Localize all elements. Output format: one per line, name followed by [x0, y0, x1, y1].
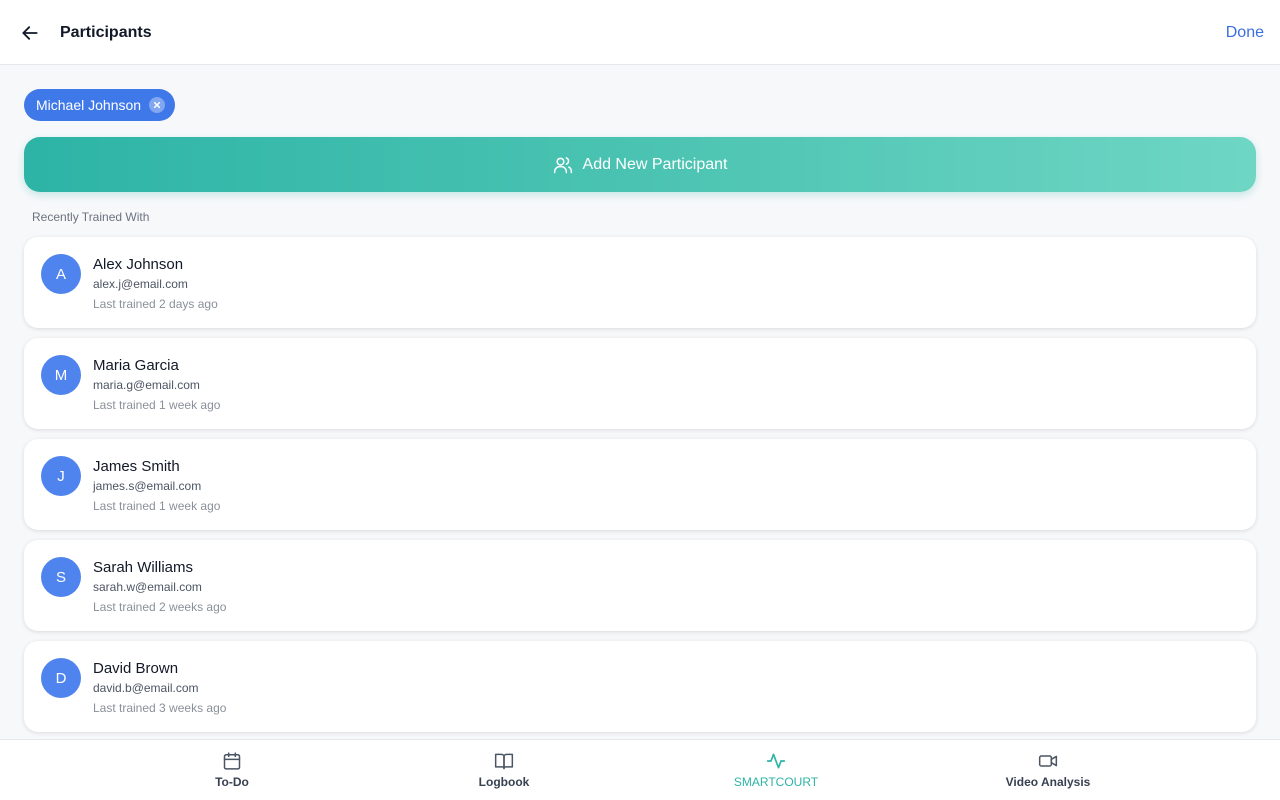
avatar: J [41, 456, 81, 496]
participant-list: A Alex Johnson alex.j@email.com Last tra… [24, 237, 1256, 742]
participant-name: David Brown [93, 660, 179, 677]
participant-email: sarah.w@email.com [93, 580, 202, 594]
nav-label: SMARTCOURT [733, 775, 819, 789]
participant-email: alex.j@email.com [93, 277, 188, 291]
participant-name: James Smith [93, 458, 180, 475]
participant-last-trained: Last trained 1 week ago [93, 499, 221, 513]
participant-name: Alex Johnson [93, 256, 184, 273]
nav-label: Video Analysis [1005, 775, 1091, 789]
participant-last-trained: Last trained 2 weeks ago [93, 600, 227, 614]
done-button[interactable]: Done [1226, 24, 1264, 42]
page-title: Participants [60, 24, 152, 41]
close-icon [153, 101, 161, 109]
avatar: D [41, 658, 81, 698]
participant-card[interactable]: J James Smith james.s@email.com Last tra… [24, 439, 1256, 530]
participant-last-trained: Last trained 2 days ago [93, 297, 218, 311]
nav-item-video-analysis[interactable]: Video Analysis [968, 740, 1128, 800]
back-button[interactable] [18, 21, 42, 45]
users-icon [553, 156, 572, 173]
nav-item-logbook[interactable]: Logbook [424, 740, 584, 800]
add-participant-label: Add New Participant [582, 155, 728, 173]
bottom-nav: To-Do Logbook SMARTCOURT Video Analysis [0, 739, 1280, 800]
participant-card[interactable]: D David Brown david.b@email.com Last tra… [24, 641, 1256, 732]
participant-last-trained: Last trained 3 weeks ago [93, 701, 227, 715]
add-new-participant-button[interactable]: Add New Participant [24, 137, 1256, 192]
participant-email: david.b@email.com [93, 681, 199, 695]
nav-item-todo[interactable]: To-Do [152, 740, 312, 800]
nav-label: Logbook [478, 775, 530, 789]
video-icon [1037, 751, 1059, 771]
chip-label: Michael Johnson [36, 97, 142, 113]
selected-participant-chip: Michael Johnson [24, 89, 176, 121]
avatar: S [41, 557, 81, 597]
nav-item-smartcourt[interactable]: SMARTCOURT [696, 740, 856, 800]
arrow-left-icon [22, 26, 38, 40]
participant-email: maria.g@email.com [93, 378, 200, 392]
avatar: M [41, 355, 81, 395]
book-icon [494, 751, 514, 771]
participant-card[interactable]: S Sarah Williams sarah.w@email.com Last … [24, 540, 1256, 631]
section-heading-recent: Recently Trained With [32, 210, 150, 224]
participant-card[interactable]: M Maria Garcia maria.g@email.com Last tr… [24, 338, 1256, 429]
participant-name: Sarah Williams [93, 559, 194, 576]
calendar-icon [222, 751, 242, 771]
participant-name: Maria Garcia [93, 357, 179, 374]
top-bar: Participants Done [0, 0, 1280, 65]
participant-last-trained: Last trained 1 week ago [93, 398, 221, 412]
avatar: A [41, 254, 81, 294]
app-root: Participants Done Michael Johnson Add Ne… [0, 0, 1280, 800]
participant-email: james.s@email.com [93, 479, 202, 493]
activity-icon [765, 751, 787, 771]
participant-card[interactable]: A Alex Johnson alex.j@email.com Last tra… [24, 237, 1256, 328]
nav-label: To-Do [215, 775, 249, 789]
remove-participant-button[interactable] [149, 97, 166, 113]
